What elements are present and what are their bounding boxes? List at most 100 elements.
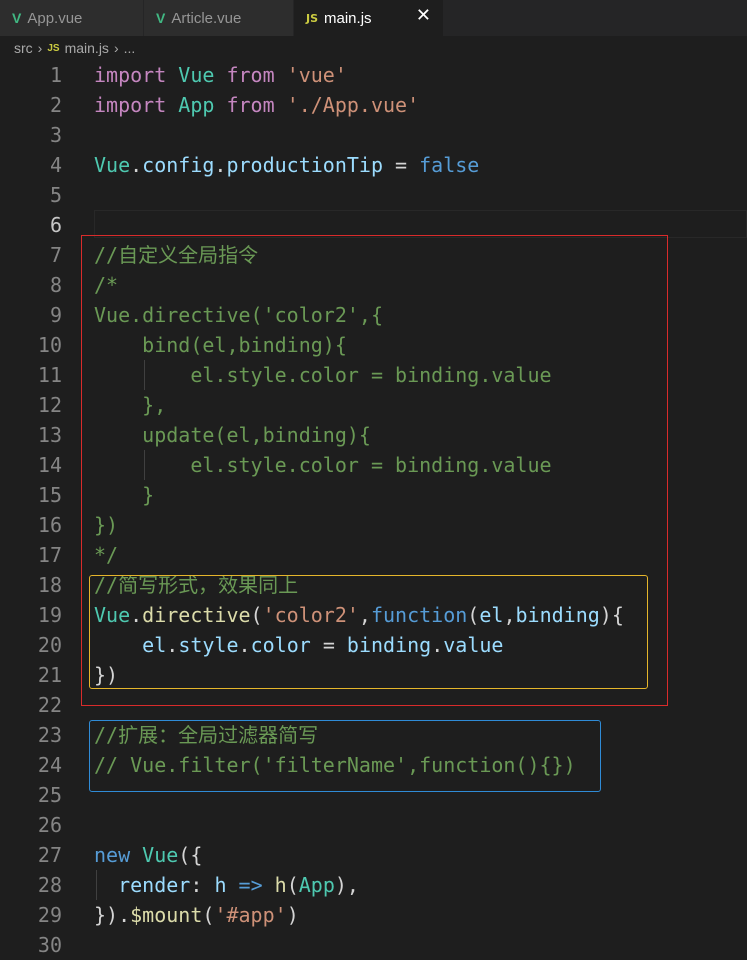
code-token: import (94, 63, 167, 87)
line-number: 19 (37, 603, 62, 627)
code-token: render (118, 873, 191, 897)
code-token: from (226, 63, 275, 87)
line-number: 18 (37, 573, 62, 597)
tab-label: main.js (324, 9, 372, 27)
line-number: 22 (37, 693, 62, 717)
code-line[interactable]: 1 import Vue from 'vue' (0, 60, 747, 90)
js-file-icon: JS (306, 11, 319, 25)
code-token: false (419, 153, 480, 177)
tab-article-vue[interactable]: V Article.vue (144, 0, 294, 36)
code-token: App (178, 93, 215, 117)
code-token: productionTip (226, 153, 384, 177)
line-number: 15 (37, 483, 62, 507)
code-token: from (226, 93, 275, 117)
line-number: 13 (37, 423, 62, 447)
code-token: }) (94, 903, 119, 927)
code-line[interactable]: 5 (0, 180, 747, 210)
code-token: . (214, 153, 227, 177)
tab-app-vue[interactable]: V App.vue (0, 0, 144, 36)
code-token: import (94, 93, 167, 117)
breadcrumb: src › JS main.js › ... (0, 36, 747, 60)
line-number: 21 (37, 663, 62, 687)
line-number: 3 (49, 123, 62, 147)
line-number: 17 (37, 543, 62, 567)
breadcrumb-symbol[interactable]: ... (124, 40, 136, 56)
blue-annotation-box (89, 720, 601, 792)
code-text: import Vue from 'vue' (94, 60, 347, 90)
tab-main-js[interactable]: JS main.js ✕ (294, 0, 444, 36)
code-token: config (142, 153, 215, 177)
code-token: ) (286, 903, 299, 927)
line-number: 10 (37, 333, 62, 357)
code-token: Vue (178, 63, 215, 87)
tab-label: Article.vue (171, 9, 242, 27)
code-token: : (190, 873, 215, 897)
code-token: ({ (178, 843, 203, 867)
line-number: 16 (37, 513, 62, 537)
code-line[interactable]: 29}).$mount('#app') (0, 900, 747, 930)
line-number: 24 (37, 753, 62, 777)
code-token: h (274, 873, 287, 897)
code-token: = (383, 153, 420, 177)
line-number: 5 (49, 183, 62, 207)
code-text: }).$mount('#app') (94, 900, 299, 930)
line-number: 26 (37, 813, 62, 837)
code-token: . (130, 153, 143, 177)
line-number: 30 (37, 933, 62, 957)
line-number: 27 (37, 843, 62, 867)
code-token: '#app' (214, 903, 287, 927)
code-token: ( (202, 903, 215, 927)
vue-file-icon: V (12, 10, 22, 26)
code-token: ), (334, 873, 359, 897)
code-token: . (118, 903, 131, 927)
code-line[interactable]: 27 new Vue({ (0, 840, 747, 870)
code-text: render: h => h(App), (94, 870, 359, 900)
code-text: new Vue({ (94, 840, 202, 870)
line-number: 25 (37, 783, 62, 807)
line-number: 23 (37, 723, 62, 747)
line-number: 12 (37, 393, 62, 417)
tab-label: App.vue (27, 9, 83, 27)
code-token: App (298, 873, 335, 897)
code-line[interactable]: 28 render: h => h(App), (0, 870, 747, 900)
breadcrumb-file[interactable]: main.js (65, 40, 109, 56)
line-number: 11 (37, 363, 62, 387)
line-number: 1 (49, 63, 62, 87)
code-line[interactable]: 3 (0, 120, 747, 150)
code-token: ( (286, 873, 299, 897)
code-text: import App from './App.vue' (94, 90, 419, 120)
vue-file-icon: V (156, 10, 166, 26)
breadcrumb-folder[interactable]: src (14, 40, 33, 56)
code-text: Vue.config.productionTip = false (94, 150, 479, 180)
code-line[interactable]: 26 (0, 810, 747, 840)
editor-tab-bar: V App.vue V Article.vue JS main.js ✕ (0, 0, 747, 36)
code-line[interactable]: 30 (0, 930, 747, 960)
code-token: Vue (142, 843, 179, 867)
line-number: 9 (49, 303, 62, 327)
code-line[interactable]: 4 Vue.config.productionTip = false (0, 150, 747, 180)
chevron-right-icon: › (37, 40, 43, 56)
close-icon[interactable]: ✕ (416, 7, 431, 25)
code-token: 'vue' (286, 63, 347, 87)
code-token: $mount (130, 903, 203, 927)
line-number: 2 (49, 93, 62, 117)
code-line[interactable]: 2 import App from './App.vue' (0, 90, 747, 120)
line-number: 28 (37, 873, 62, 897)
line-number: 29 (37, 903, 62, 927)
line-number: 6 (49, 213, 62, 237)
indent-guide (96, 870, 97, 900)
line-number: 4 (49, 153, 62, 177)
code-token: => (238, 873, 263, 897)
code-editor[interactable]: 1 import Vue from 'vue' 2 import App from '… (0, 60, 747, 957)
code-token: Vue (94, 153, 131, 177)
